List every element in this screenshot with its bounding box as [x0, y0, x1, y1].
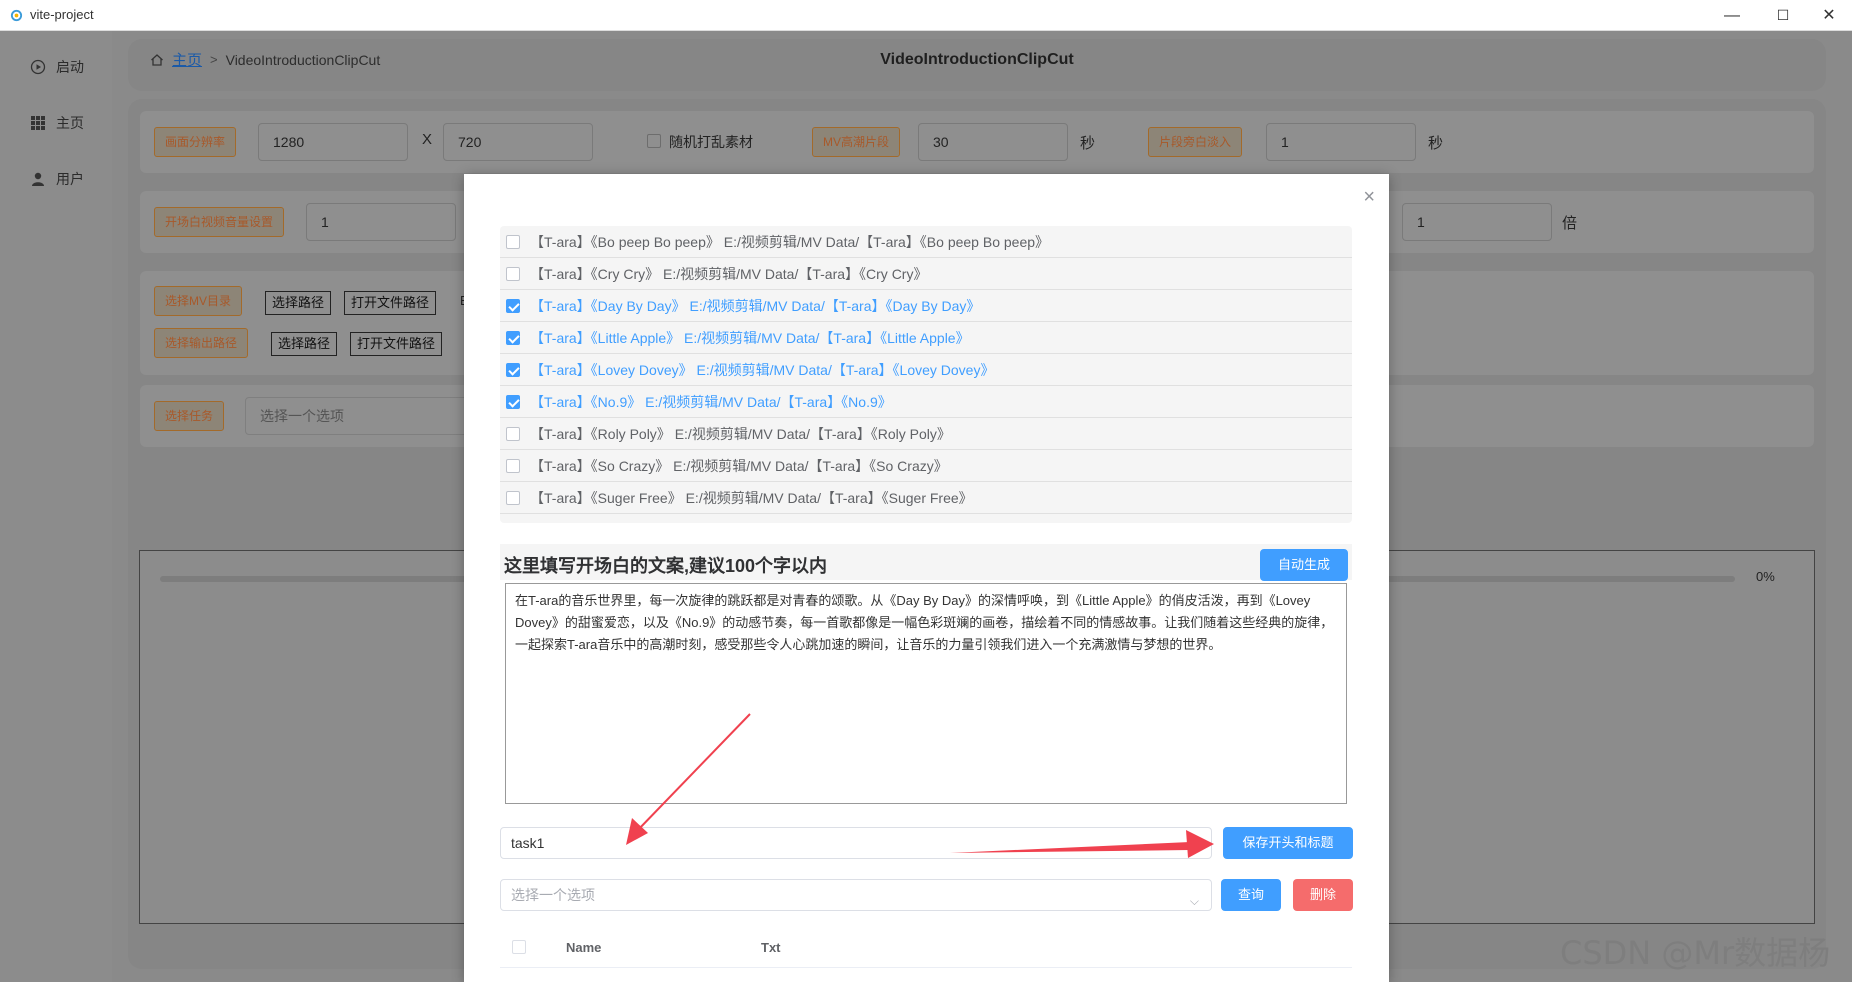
maximize-button[interactable]: ☐ — [1760, 0, 1806, 31]
mv-open-folder-button[interactable]: 打开文件路径 — [344, 291, 437, 315]
item-checkbox[interactable] — [506, 490, 520, 505]
item-checkbox[interactable] — [506, 362, 520, 377]
mv-item-label: 【T-ara】《So Crazy》 E:/视频剪辑/MV Data/【T-ara… — [530, 457, 948, 474]
height-input[interactable]: 720 — [443, 123, 593, 161]
mv-list-item-4[interactable]: 【T-ara】《Lovey Dovey》 E:/视频剪辑/MV Data/【T-… — [500, 354, 1352, 386]
settings-row-resolution: 画面分辨率 1280 X 720 随机打乱素材 MV高潮片段 30 秒 片段旁白… — [140, 111, 1814, 173]
auto-generate-button[interactable]: 自动生成 — [1260, 549, 1348, 581]
ratio-unit: 倍 — [1562, 215, 1578, 232]
page-header: 主页 > VideoIntroductionClipCut VideoIntro… — [128, 39, 1826, 91]
mv-item-label: 【T-ara】《Day By Day》 E:/视频剪辑/MV Data/【T-a… — [530, 297, 981, 314]
item-checkbox[interactable] — [506, 266, 520, 281]
mv-list-item-3[interactable]: 【T-ara】《Little Apple》 E:/视频剪辑/MV Data/【T… — [500, 322, 1352, 354]
item-checkbox[interactable] — [506, 298, 520, 313]
column-header-name: Name — [566, 940, 602, 955]
shuffle-checkbox[interactable] — [647, 134, 661, 148]
shuffle-label: 随机打乱素材 — [669, 134, 753, 150]
item-checkbox[interactable] — [506, 234, 520, 249]
item-checkbox[interactable] — [506, 330, 520, 345]
mv-list-item-1[interactable]: 【T-ara】《Cry Cry》 E:/视频剪辑/MV Data/【T-ara】… — [500, 258, 1352, 290]
sidebar: 启动 主页 用户 — [0, 31, 112, 982]
mv-item-label: 【T-ara】《Cry Cry》 E:/视频剪辑/MV Data/【T-ara】… — [530, 265, 928, 282]
vite-logo-icon — [10, 9, 23, 22]
user-icon — [32, 172, 44, 186]
window-title: vite-project — [30, 7, 94, 22]
resolution-tag: 画面分辨率 — [154, 127, 237, 157]
task-name-input[interactable]: task1 — [500, 827, 1212, 859]
x-separator: X — [422, 131, 433, 148]
item-checkbox[interactable] — [506, 458, 520, 473]
width-input[interactable]: 1280 — [258, 123, 408, 161]
mv-dir-tag: 选择MV目录 — [154, 286, 243, 316]
output-path-tag: 选择输出路径 — [154, 328, 249, 358]
task-table-header: Name Txt — [500, 926, 1352, 968]
chevron-down-icon: ⌵ — [1189, 894, 1199, 908]
delete-button[interactable]: 删除 — [1293, 879, 1353, 911]
sidebar-item-home[interactable]: 主页 — [30, 111, 84, 135]
sidebar-item-user[interactable]: 用户 — [30, 167, 84, 191]
close-window-button[interactable]: ✕ — [1806, 0, 1852, 31]
page-title: VideoIntroductionClipCut — [880, 51, 1074, 68]
fade-tag: 片段旁白淡入 — [1148, 127, 1243, 157]
mv-list-item-8[interactable]: 【T-ara】《Suger Free》 E:/视频剪辑/MV Data/【T-a… — [500, 482, 1352, 514]
mv-item-label: 【T-ara】《Roly Poly》 E:/视频剪辑/MV Data/【T-ar… — [530, 425, 951, 442]
volume-tag: 开场白视频音量设置 — [154, 207, 285, 237]
task-tag: 选择任务 — [154, 401, 225, 431]
task-select[interactable]: 选择一个选项 — [245, 397, 485, 435]
sidebar-item-label: 主页 — [56, 115, 84, 131]
copy-title: 这里填写开场白的文案,建议100个字以内 — [504, 556, 828, 576]
fade-unit: 秒 — [1428, 135, 1444, 152]
clip-dialog: × 【T-ara】《Bo peep Bo peep》 E:/视频剪辑/MV Da… — [464, 174, 1389, 982]
mv-list-item-0[interactable]: 【T-ara】《Bo peep Bo peep》 E:/视频剪辑/MV Data… — [500, 226, 1352, 258]
output-choose-path-button[interactable]: 选择路径 — [271, 332, 338, 356]
sidebar-item-label: 用户 — [56, 171, 84, 187]
column-header-txt: Txt — [761, 940, 781, 955]
volume-input[interactable]: 1 — [306, 203, 456, 241]
select-all-checkbox[interactable] — [512, 940, 526, 954]
copy-header: 这里填写开场白的文案,建议100个字以内 — [500, 544, 1352, 580]
title-bar: vite-project — ☐ ✕ — [0, 0, 1852, 31]
ratio-input[interactable]: 1 — [1402, 203, 1552, 241]
copy-textarea[interactable]: 在T-ara的音乐世界里，每一次旋律的跳跃都是对青春的颂歌。从《Day By D… — [505, 583, 1347, 804]
mv-item-label: 【T-ara】《Suger Free》 E:/视频剪辑/MV Data/【T-a… — [530, 489, 973, 506]
close-icon[interactable]: × — [1363, 186, 1375, 209]
task-select-dropdown[interactable]: 选择一个选项 ⌵ — [500, 879, 1212, 911]
select-placeholder: 选择一个选项 — [511, 887, 595, 903]
mv-list-item-6[interactable]: 【T-ara】《Roly Poly》 E:/视频剪辑/MV Data/【T-ar… — [500, 418, 1352, 450]
mv-list-item-5[interactable]: 【T-ara】《No.9》 E:/视频剪辑/MV Data/【T-ara】《No… — [500, 386, 1352, 418]
watermark: CSDN @Mr数据杨 — [1560, 934, 1831, 972]
climax-tag: MV高潮片段 — [812, 127, 901, 157]
mv-item-label: 【T-ara】《Little Apple》 E:/视频剪辑/MV Data/【T… — [530, 329, 970, 346]
climax-unit: 秒 — [1080, 135, 1096, 152]
mv-item-label: 【T-ara】《No.9》 E:/视频剪辑/MV Data/【T-ara】《No… — [530, 393, 892, 410]
grid-icon — [31, 116, 45, 130]
mv-list-item-2[interactable]: 【T-ara】《Day By Day》 E:/视频剪辑/MV Data/【T-a… — [500, 290, 1352, 322]
query-button[interactable]: 查询 — [1221, 879, 1281, 911]
minimize-button[interactable]: — — [1709, 0, 1755, 31]
sidebar-item-label: 启动 — [56, 59, 84, 75]
mv-list-item-7[interactable]: 【T-ara】《So Crazy》 E:/视频剪辑/MV Data/【T-ara… — [500, 450, 1352, 482]
play-circle-icon — [30, 59, 46, 75]
fade-input[interactable]: 1 — [1266, 123, 1416, 161]
save-header-title-button[interactable]: 保存开头和标题 — [1223, 827, 1353, 859]
item-checkbox[interactable] — [506, 426, 520, 441]
mv-item-label: 【T-ara】《Lovey Dovey》 E:/视频剪辑/MV Data/【T-… — [530, 361, 995, 378]
item-checkbox[interactable] — [506, 394, 520, 409]
output-open-folder-button[interactable]: 打开文件路径 — [350, 332, 443, 356]
mv-item-label: 【T-ara】《Bo peep Bo peep》 E:/视频剪辑/MV Data… — [530, 233, 1050, 250]
sidebar-item-start[interactable]: 启动 — [30, 55, 84, 79]
climax-input[interactable]: 30 — [918, 123, 1068, 161]
mv-choose-path-button[interactable]: 选择路径 — [265, 291, 332, 315]
mv-checkbox-list: 【T-ara】《Bo peep Bo peep》 E:/视频剪辑/MV Data… — [500, 226, 1352, 523]
progress-percent: 0% — [1756, 569, 1775, 584]
